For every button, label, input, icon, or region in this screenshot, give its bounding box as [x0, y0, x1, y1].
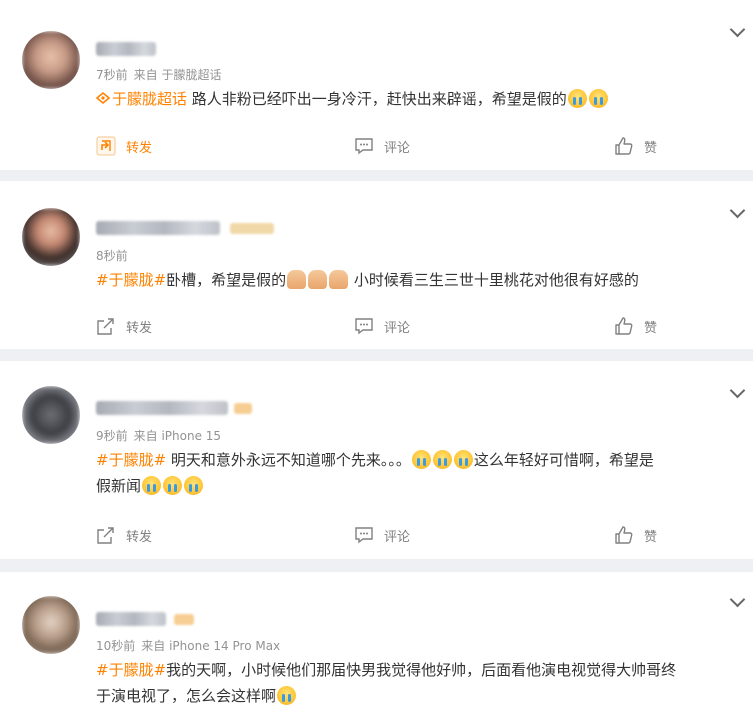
chevron-down-icon[interactable] [729, 382, 746, 399]
action-bar: 转发 评论 赞 [0, 311, 753, 341]
timestamp: 10秒前 [96, 639, 136, 653]
crying-face-icon [163, 476, 183, 495]
repost-icon [97, 318, 114, 335]
like-label: 赞 [644, 529, 658, 545]
topic-tag[interactable]: #于朦胧# [96, 661, 166, 679]
crying-face-icon [411, 450, 431, 469]
crying-face-icon [432, 450, 452, 469]
topic-tag[interactable]: 于朦胧超话 [95, 90, 187, 108]
like-label: 赞 [644, 140, 658, 156]
crying-face-icon [567, 89, 587, 108]
crying-face-icon [184, 476, 204, 495]
like-button[interactable]: 赞 [614, 131, 657, 161]
chevron-down-icon[interactable] [729, 591, 746, 608]
pray-icon [287, 270, 307, 289]
crying-face-icon [142, 476, 162, 495]
repost-icon [96, 136, 116, 156]
comment-label: 评论 [384, 529, 411, 545]
topic-tag[interactable]: #于朦胧# [96, 271, 166, 289]
avatar[interactable] [22, 208, 80, 266]
vip-badge [230, 223, 274, 234]
pray-icon [308, 270, 328, 289]
crying-face-icon [277, 686, 297, 705]
username[interactable] [96, 221, 220, 235]
action-bar: 转发 评论 赞 [0, 131, 753, 161]
comment-button[interactable]: 评论 [354, 311, 410, 341]
comment-card: 9秒前 来自 iPhone 15 #于朦胧# 明天和意外永远不知道哪个先来。。。这… [0, 361, 753, 559]
timestamp: 7秒前 [96, 68, 128, 82]
crying-face-icon [453, 450, 473, 469]
thumbs-up-icon [615, 137, 633, 155]
comment-button[interactable]: 评论 [354, 131, 410, 161]
comment-text: #于朦胧#我的天啊，小时候他们那届快男我觉得他好帅，后面看他演电视觉得大帅哥终于… [96, 661, 677, 705]
comment-card: 8秒前 #于朦胧#卧槽，希望是假的 小时候看三生三世十里桃花对他很有好感的 转发… [0, 181, 753, 349]
repost-label: 转发 [126, 529, 153, 545]
source: 来自 iPhone 14 Pro Max [141, 639, 281, 653]
repost-icon [97, 527, 114, 544]
comment-meta: 8秒前 [96, 247, 134, 264]
avatar[interactable] [22, 31, 80, 89]
comment-meta: 10秒前 来自 iPhone 14 Pro Max [96, 637, 286, 654]
source: 来自 iPhone 15 [133, 429, 222, 443]
topic-tag[interactable]: #于朦胧# [96, 451, 166, 469]
source: 来自 于朦胧超话 [133, 68, 222, 82]
comment-card: 7秒前 来自 于朦胧超话 于朦胧超话 路人非粉已经吓出一身冷汗，赶快出来辟谣，希望… [0, 0, 753, 170]
comment-text: #于朦胧#卧槽，希望是假的 小时候看三生三世十里桃花对他很有好感的 [96, 270, 639, 289]
vip-badge [234, 403, 252, 414]
repost-button[interactable]: 转发 [96, 520, 152, 550]
comment-meta: 9秒前 来自 iPhone 15 [96, 427, 227, 444]
comment-label: 评论 [384, 320, 411, 336]
repost-label: 转发 [126, 320, 153, 336]
avatar[interactable] [22, 386, 80, 444]
chevron-down-icon[interactable] [729, 21, 746, 38]
timestamp: 9秒前 [96, 429, 128, 443]
avatar[interactable] [22, 596, 80, 654]
username[interactable] [96, 42, 156, 56]
comment-icon [355, 527, 373, 544]
comment-text: #于朦胧# 明天和意外永远不知道哪个先来。。。 这么年轻好可惜啊，希望是 假新闻 [96, 450, 654, 495]
comment-meta: 7秒前 来自 于朦胧超话 [96, 66, 227, 83]
repost-label: 转发 [126, 140, 153, 156]
thumbs-up-icon [615, 526, 633, 544]
comment-icon [355, 138, 373, 155]
action-bar: 转发 评论 赞 [0, 520, 753, 550]
like-label: 赞 [644, 320, 658, 336]
repost-button[interactable]: 转发 [96, 131, 152, 161]
like-button[interactable]: 赞 [614, 311, 657, 341]
pray-icon [329, 270, 349, 289]
thumbs-up-icon [615, 317, 633, 335]
vip-badge [174, 614, 194, 625]
timestamp: 8秒前 [96, 249, 128, 263]
crying-face-icon [588, 89, 608, 108]
supertopic-icon [95, 91, 111, 105]
comment-icon [355, 318, 373, 335]
username[interactable] [96, 401, 228, 415]
like-button[interactable]: 赞 [614, 520, 657, 550]
username[interactable] [96, 612, 166, 626]
comment-feed: 7秒前 来自 于朦胧超话 于朦胧超话 路人非粉已经吓出一身冷汗，赶快出来辟谣，希望… [0, 0, 753, 716]
comment-text: 于朦胧超话 路人非粉已经吓出一身冷汗，赶快出来辟谣，希望是假的 [95, 86, 741, 112]
comment-button[interactable]: 评论 [354, 520, 410, 550]
comment-label: 评论 [384, 140, 411, 156]
chevron-down-icon[interactable] [729, 202, 746, 219]
comment-card: 10秒前 来自 iPhone 14 Pro Max #于朦胧#我的天啊，小时候他们… [0, 572, 753, 716]
repost-button[interactable]: 转发 [96, 311, 152, 341]
